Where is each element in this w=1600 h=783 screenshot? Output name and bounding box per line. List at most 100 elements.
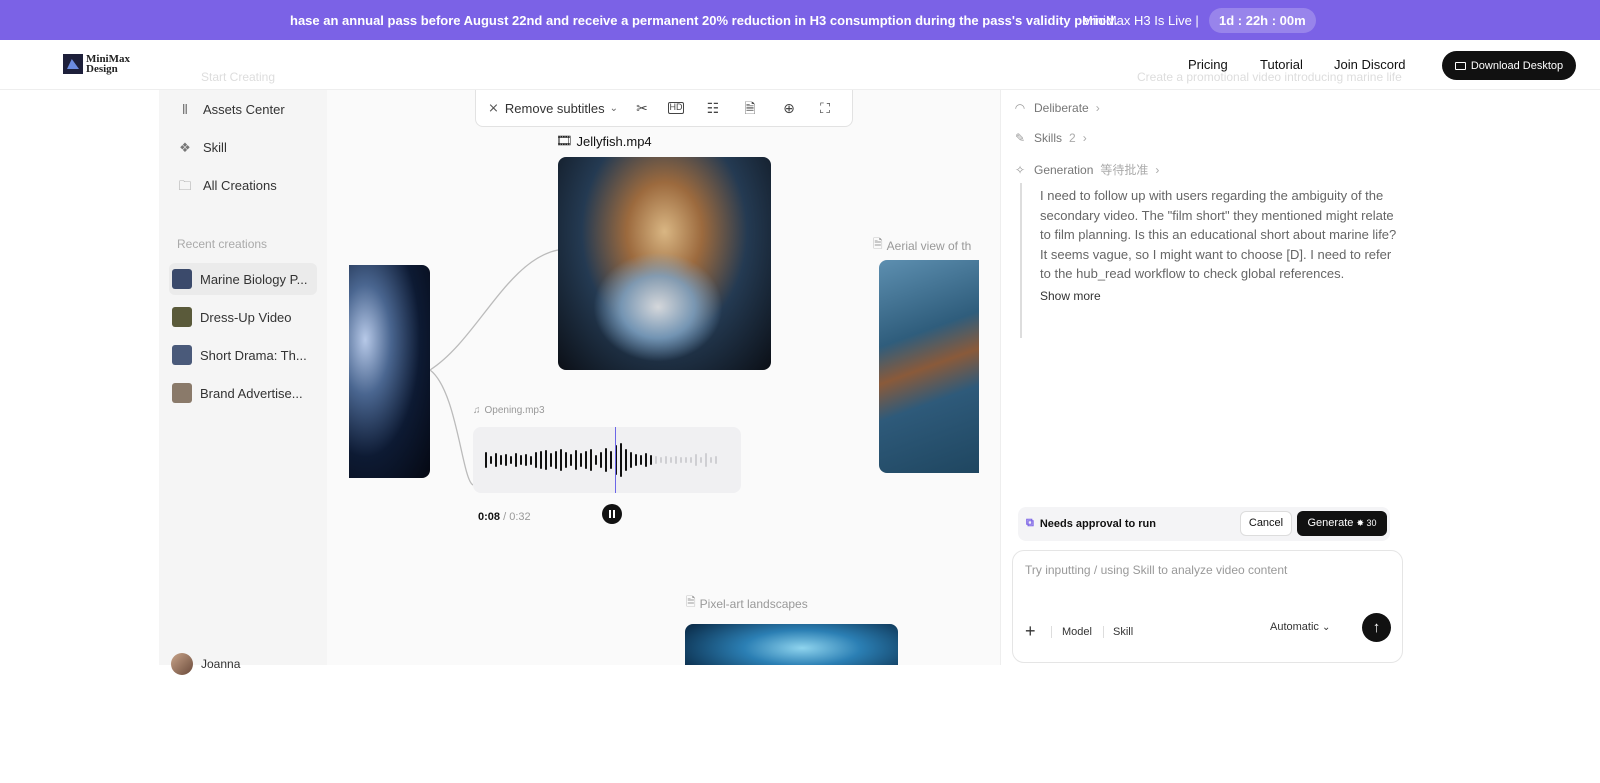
waveform-bar xyxy=(585,451,587,469)
skill-selector[interactable]: Skill xyxy=(1113,626,1133,638)
library-icon: Ⅱ xyxy=(181,101,189,117)
logo-text: MiniMax Design xyxy=(86,53,130,75)
waveform-bar xyxy=(525,454,527,466)
download-desktop-button[interactable]: Download Desktop xyxy=(1442,51,1576,80)
waveform-bar xyxy=(520,455,522,465)
waveform-bar xyxy=(635,454,637,466)
waveform-bar xyxy=(690,457,692,463)
waveform-bar xyxy=(510,456,512,464)
waveform-bar xyxy=(545,450,547,470)
app-frame: Start Creating Ⅱ Assets Center ❖ Skill 🗀… xyxy=(159,70,1441,675)
waveform-bar xyxy=(700,457,702,463)
step-deliberate[interactable]: ◠ Deliberate › xyxy=(1013,101,1100,115)
waveform-bar xyxy=(550,453,552,467)
puzzle-icon: ❖ xyxy=(179,139,191,155)
approval-label: ⧉ Needs approval to run xyxy=(1026,517,1156,530)
waveform-bar xyxy=(605,448,607,472)
show-more-link[interactable]: Show more xyxy=(1040,289,1101,303)
folder-icon: 🗀 xyxy=(178,177,192,193)
waveform-bar xyxy=(575,450,577,470)
approval-bar: ⧉ Needs approval to run Cancel Generate … xyxy=(1018,507,1390,541)
playhead[interactable] xyxy=(615,427,616,493)
monitor-icon xyxy=(1454,61,1466,70)
waveform-bar xyxy=(610,451,612,469)
waveform-bar xyxy=(490,456,492,464)
pixel-art-node[interactable] xyxy=(685,624,898,665)
recent-item[interactable]: Short Drama: Th... xyxy=(169,339,317,371)
workflow-canvas[interactable]: ⨯ Remove subtitles ⌄ ✂ HD ☷ 🗎 ⊕ ⛶ 🎞 Jell… xyxy=(327,90,1000,665)
agent-panel: Create a promotional video introducing m… xyxy=(1000,70,1434,665)
recent-item[interactable]: Dress-Up Video xyxy=(169,301,317,333)
thinking-rail xyxy=(1020,183,1022,338)
thumbnail xyxy=(172,269,192,289)
waveform-bar xyxy=(675,456,677,464)
sidebar-item-skill[interactable]: ❖ Skill xyxy=(177,140,227,155)
playback-time: 0:08 / 0:32 xyxy=(478,511,531,523)
promo-banner: hase an annual pass before August 22nd a… xyxy=(0,0,1600,40)
waveform-bar xyxy=(495,453,497,467)
aerial-view-node[interactable] xyxy=(879,260,979,473)
waveform-bar xyxy=(630,452,632,468)
pause-button[interactable] xyxy=(602,504,622,524)
avatar xyxy=(171,653,193,675)
recent-item[interactable]: Brand Advertise... xyxy=(169,377,317,409)
chevron-right-icon: › xyxy=(1082,131,1087,145)
jellyfish-video-node[interactable] xyxy=(558,157,771,370)
recent-item[interactable]: Marine Biology P... xyxy=(169,263,317,295)
start-creating-faded: Start Creating xyxy=(201,70,276,84)
generate-button[interactable]: Generate ✸ 30 xyxy=(1297,511,1387,536)
audio-node-label: ♫ Opening.mp3 xyxy=(473,405,545,416)
chevron-right-icon: › xyxy=(1095,101,1100,115)
chevron-down-icon: ⌄ xyxy=(1321,622,1331,633)
mode-dropdown[interactable]: Automatic ⌄ xyxy=(1270,621,1330,633)
thumbnail xyxy=(172,307,192,327)
waveform-bar xyxy=(665,456,667,464)
user-profile[interactable]: Joanna xyxy=(171,653,240,675)
waveform-bar xyxy=(685,457,687,463)
jellyfish-image-node[interactable] xyxy=(349,265,430,478)
recent-creations-heading: Recent creations xyxy=(177,237,268,251)
signal-icon: ◠ xyxy=(1014,101,1026,115)
prompt-input[interactable]: Try inputting / using Skill to analyze v… xyxy=(1025,563,1287,577)
waveform-bar xyxy=(620,443,622,477)
workflow-icon: ⧉ xyxy=(1026,517,1034,529)
waveform-bar xyxy=(625,449,627,471)
sidebar-item-all-creations[interactable]: 🗀 All Creations xyxy=(177,177,276,193)
audio-waveform-node[interactable] xyxy=(473,427,741,493)
brush-icon: ✎ xyxy=(1014,131,1026,145)
waveform-bar xyxy=(555,451,557,469)
banner-message: hase an annual pass before August 22nd a… xyxy=(290,13,1118,28)
model-selector[interactable]: Model xyxy=(1062,626,1092,638)
step-skills[interactable]: ✎ Skills 2 › xyxy=(1013,131,1087,145)
waveform-bar xyxy=(580,453,582,467)
aerial-node-label: 🗎 Aerial view of th xyxy=(873,235,971,256)
waveform-bar xyxy=(660,457,662,463)
sparkle-icon: ✧ xyxy=(1014,162,1026,177)
waveform-bar xyxy=(505,454,507,466)
sidebar-item-assets-center[interactable]: Ⅱ Assets Center xyxy=(177,102,285,117)
waveform-bar xyxy=(595,455,597,465)
waveform-bar xyxy=(640,455,642,465)
waveform-bar xyxy=(565,452,567,468)
sidebar: Start Creating Ⅱ Assets Center ❖ Skill 🗀… xyxy=(159,70,327,675)
logo-mark-icon xyxy=(63,54,83,74)
plus-icon[interactable]: + xyxy=(1025,621,1036,642)
waveform-bar xyxy=(540,451,542,469)
waveform-bar xyxy=(710,457,712,463)
file-icon: 🗎 xyxy=(686,595,696,609)
waveform-bar xyxy=(530,455,532,465)
countdown-timer: 1d : 22h : 00m xyxy=(1209,8,1316,33)
thumbnail xyxy=(172,383,192,403)
send-button[interactable]: ↑ xyxy=(1362,613,1391,642)
logo[interactable]: MiniMax Design xyxy=(63,53,130,75)
waveform-bar xyxy=(570,454,572,466)
cancel-button[interactable]: Cancel xyxy=(1240,511,1292,536)
waveform-bar xyxy=(650,455,652,465)
reasoning-text: I need to follow up with users regarding… xyxy=(1040,188,1397,282)
file-icon: 🗎 xyxy=(873,237,883,251)
waveform-bar xyxy=(670,457,672,463)
waveform-bar xyxy=(600,452,602,468)
step-generation[interactable]: ✧ Generation 等待批准 › xyxy=(1013,161,1159,178)
jellyfish-node-label: 🎞 Jellyfish.mp4 xyxy=(556,133,652,149)
banner-live-text[interactable]: MiniMax H3 Is Live | xyxy=(1082,13,1199,28)
